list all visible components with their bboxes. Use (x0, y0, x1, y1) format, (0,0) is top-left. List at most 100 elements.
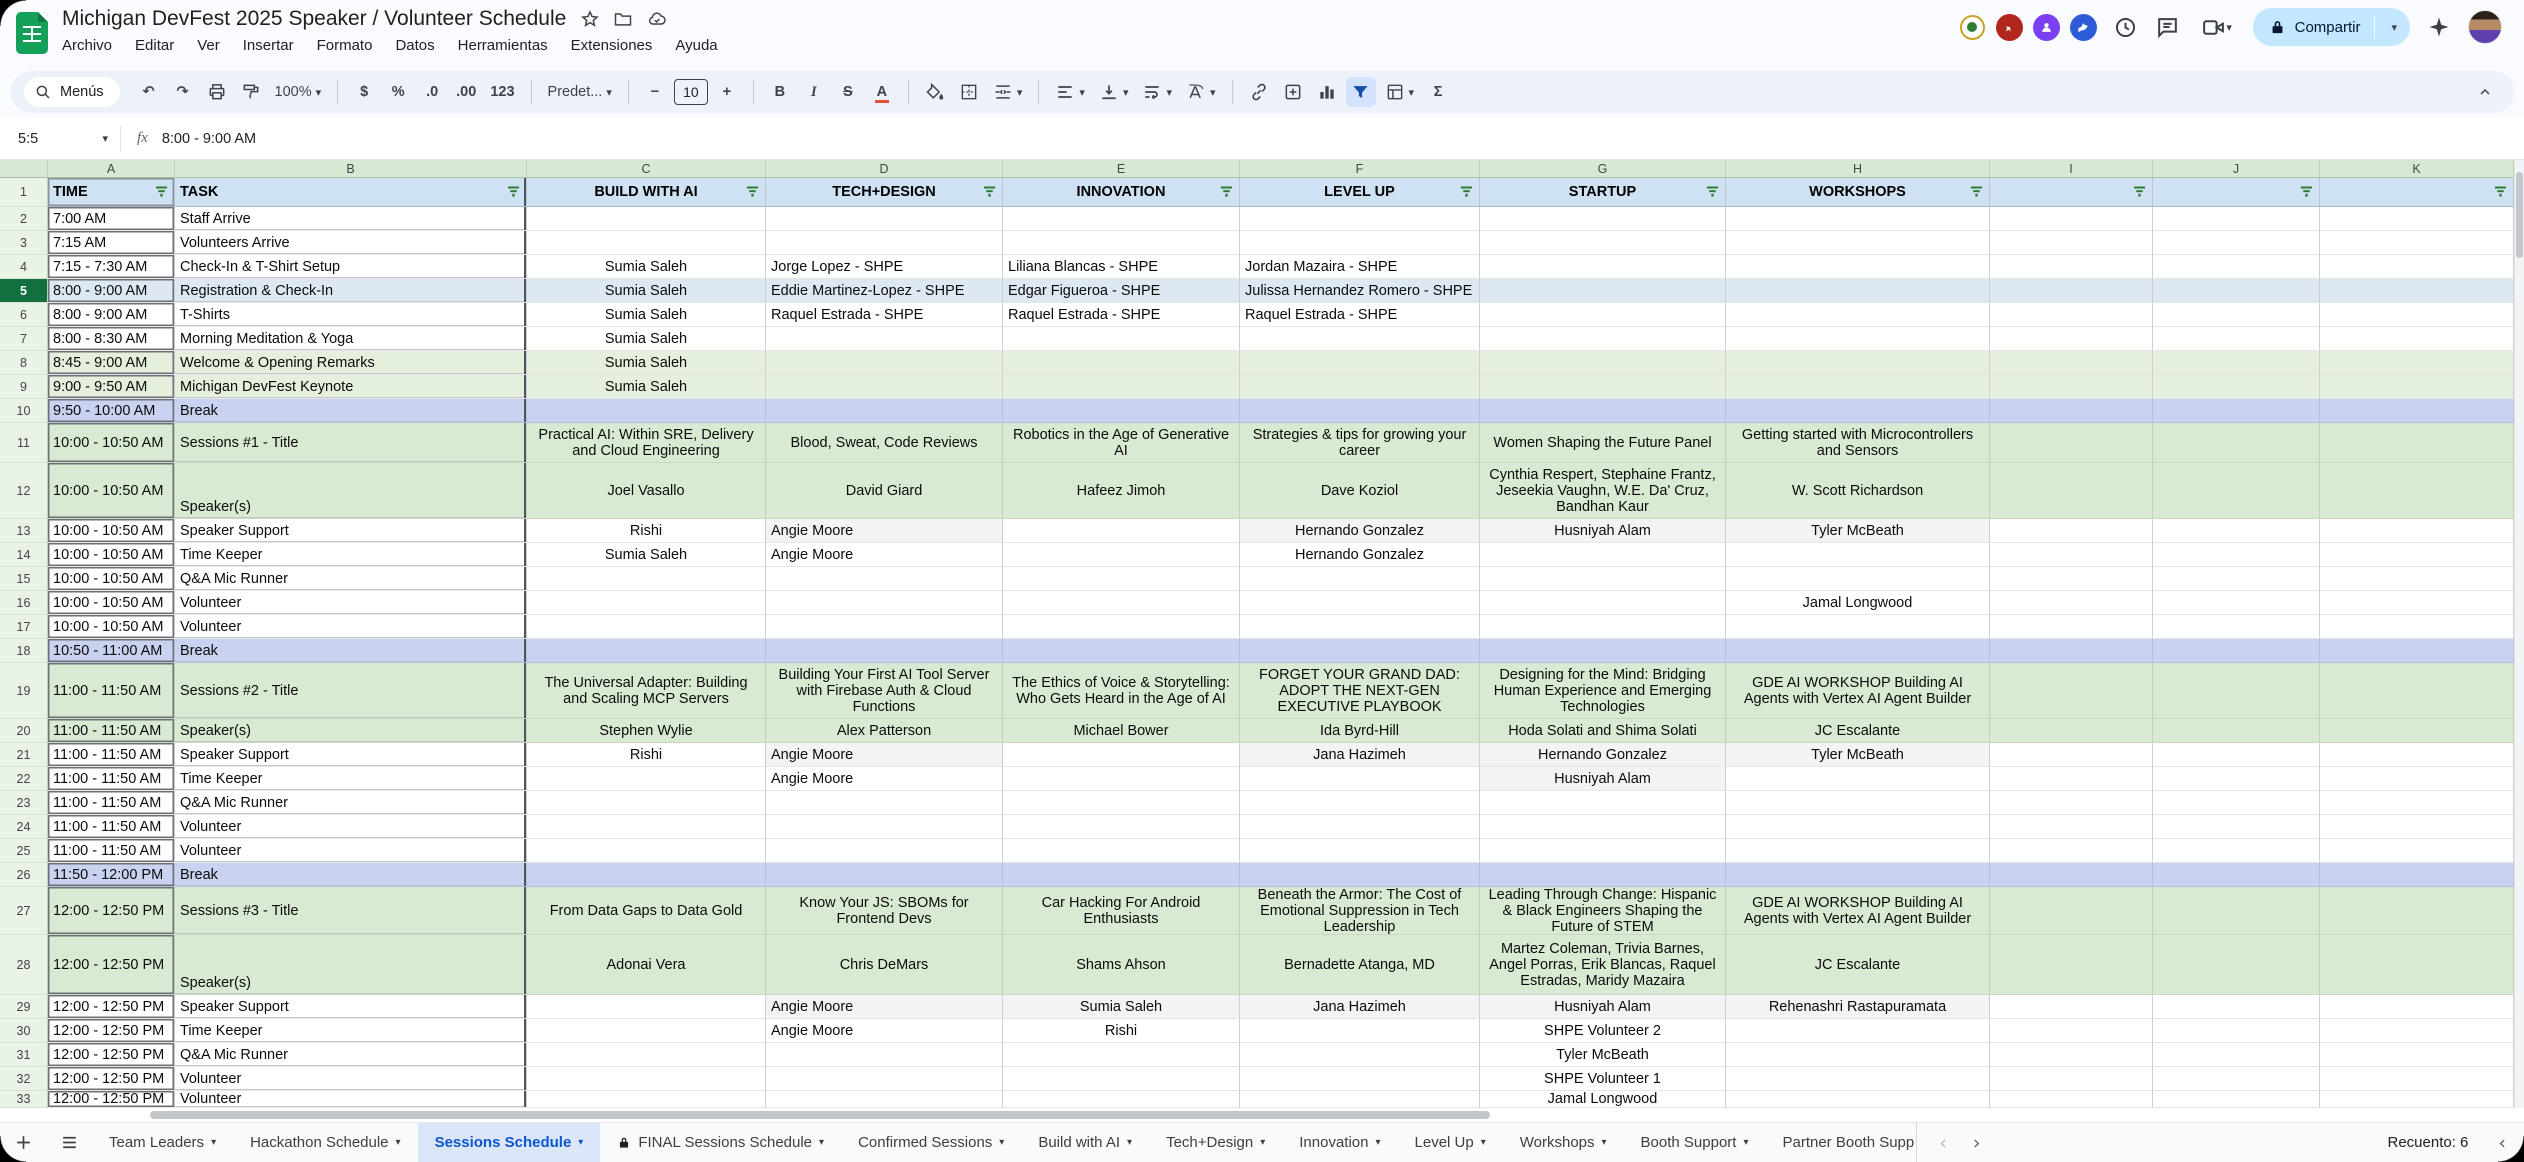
row-header-25[interactable]: 25 (0, 839, 48, 863)
paint-format-button[interactable] (236, 77, 266, 107)
cell-I31[interactable] (1990, 1043, 2153, 1067)
cell-G33[interactable]: Jamal Longwood (1480, 1091, 1726, 1108)
cell-B22[interactable]: Time Keeper (175, 767, 527, 791)
toolbar-search[interactable]: Menús (24, 77, 120, 107)
sheet-tab-team-leaders[interactable]: Team Leaders▾ (92, 1123, 233, 1162)
row-header-7[interactable]: 7 (0, 327, 48, 351)
cell-C22[interactable] (527, 767, 766, 791)
cell-F21[interactable]: Jana Hazimeh (1240, 743, 1480, 767)
cell-G18[interactable] (1480, 639, 1726, 663)
cell-A22[interactable]: 11:00 - 11:50 AM (48, 767, 175, 791)
cell-D8[interactable] (766, 351, 1003, 375)
cell-B11[interactable]: Sessions #1 - Title (175, 423, 527, 463)
increase-decimals-button[interactable]: .00 (451, 77, 481, 107)
cell-I9[interactable] (1990, 375, 2153, 399)
cell-B28[interactable]: Speaker(s) (175, 935, 527, 995)
cell-B7[interactable]: Morning Meditation & Yoga (175, 327, 527, 351)
cell-A5[interactable]: 8:00 - 9:00 AM (48, 279, 175, 303)
cell-J23[interactable] (2153, 791, 2320, 815)
cell-D1[interactable]: TECH+DESIGN (766, 178, 1003, 207)
row-header-16[interactable]: 16 (0, 591, 48, 615)
cell-C7[interactable]: Sumia Saleh (527, 327, 766, 351)
cell-B19[interactable]: Sessions #2 - Title (175, 663, 527, 719)
cell-B17[interactable]: Volunteer (175, 615, 527, 639)
filter-funnel-icon[interactable] (1706, 187, 1719, 198)
cell-C33[interactable] (527, 1091, 766, 1108)
cell-G29[interactable]: Husniyah Alam (1480, 995, 1726, 1019)
cell-A24[interactable]: 11:00 - 11:50 AM (48, 815, 175, 839)
italic-button[interactable]: I (799, 77, 829, 107)
cell-G9[interactable] (1480, 375, 1726, 399)
cell-B32[interactable]: Volunteer (175, 1067, 527, 1091)
cell-E22[interactable] (1003, 767, 1240, 791)
text-color-button[interactable]: A (867, 77, 897, 107)
filter-funnel-icon[interactable] (983, 187, 996, 198)
cell-K2[interactable] (2320, 207, 2514, 231)
cell-J22[interactable] (2153, 767, 2320, 791)
sheet-tab-sessions-schedule[interactable]: Sessions Schedule▾ (418, 1123, 601, 1162)
cell-K4[interactable] (2320, 255, 2514, 279)
user-avatar[interactable] (2468, 10, 2502, 44)
cell-A25[interactable]: 11:00 - 11:50 AM (48, 839, 175, 863)
cell-J6[interactable] (2153, 303, 2320, 327)
cell-H2[interactable] (1726, 207, 1990, 231)
cell-I2[interactable] (1990, 207, 2153, 231)
cell-G6[interactable] (1480, 303, 1726, 327)
cell-B3[interactable]: Volunteers Arrive (175, 231, 527, 255)
cell-E33[interactable] (1003, 1091, 1240, 1108)
cell-F5[interactable]: Julissa Hernandez Romero - SHPE (1240, 279, 1480, 303)
horizontal-scrollbar-thumb[interactable] (150, 1111, 1490, 1119)
cell-D11[interactable]: Blood, Sweat, Code Reviews (766, 423, 1003, 463)
sheet-tab-innovation[interactable]: Innovation▾ (1282, 1123, 1397, 1162)
cell-J14[interactable] (2153, 543, 2320, 567)
cell-H10[interactable] (1726, 399, 1990, 423)
cell-J29[interactable] (2153, 995, 2320, 1019)
cell-F29[interactable]: Jana Hazimeh (1240, 995, 1480, 1019)
cell-H25[interactable] (1726, 839, 1990, 863)
cell-I13[interactable] (1990, 519, 2153, 543)
cell-G28[interactable]: Martez Coleman, Trivia Barnes, Angel Por… (1480, 935, 1726, 995)
cell-J8[interactable] (2153, 351, 2320, 375)
cell-H17[interactable] (1726, 615, 1990, 639)
cell-D33[interactable] (766, 1091, 1003, 1108)
cell-E9[interactable] (1003, 375, 1240, 399)
cell-G19[interactable]: Designing for the Mind: Bridging Human E… (1480, 663, 1726, 719)
cell-G7[interactable] (1480, 327, 1726, 351)
cell-I28[interactable] (1990, 935, 2153, 995)
cell-H31[interactable] (1726, 1043, 1990, 1067)
cell-H20[interactable]: JC Escalante (1726, 719, 1990, 743)
cell-K7[interactable] (2320, 327, 2514, 351)
cell-G10[interactable] (1480, 399, 1726, 423)
cell-B26[interactable]: Break (175, 863, 527, 887)
fill-color-button[interactable] (920, 77, 950, 107)
cell-B21[interactable]: Speaker Support (175, 743, 527, 767)
cell-C9[interactable]: Sumia Saleh (527, 375, 766, 399)
cell-J32[interactable] (2153, 1067, 2320, 1091)
row-header-19[interactable]: 19 (0, 663, 48, 719)
cell-B23[interactable]: Q&A Mic Runner (175, 791, 527, 815)
menu-editar[interactable]: Editar (135, 37, 174, 54)
cell-H13[interactable]: Tyler McBeath (1726, 519, 1990, 543)
row-header-26[interactable]: 26 (0, 863, 48, 887)
cell-A27[interactable]: 12:00 - 12:50 PM (48, 887, 175, 935)
cell-E21[interactable] (1003, 743, 1240, 767)
row-header-15[interactable]: 15 (0, 567, 48, 591)
cell-D7[interactable] (766, 327, 1003, 351)
collaborator-purple[interactable] (2033, 14, 2060, 41)
cell-J17[interactable] (2153, 615, 2320, 639)
cell-C12[interactable]: Joel Vasallo (527, 463, 766, 519)
cell-J25[interactable] (2153, 839, 2320, 863)
cell-I17[interactable] (1990, 615, 2153, 639)
cell-F16[interactable] (1240, 591, 1480, 615)
cell-F6[interactable]: Raquel Estrada - SHPE (1240, 303, 1480, 327)
cell-D9[interactable] (766, 375, 1003, 399)
cell-B16[interactable]: Volunteer (175, 591, 527, 615)
cell-K19[interactable] (2320, 663, 2514, 719)
cell-D2[interactable] (766, 207, 1003, 231)
cell-D6[interactable]: Raquel Estrada - SHPE (766, 303, 1003, 327)
cell-K6[interactable] (2320, 303, 2514, 327)
sheet-tab-partner-booth-supp[interactable]: Partner Booth Supp (1765, 1123, 1917, 1162)
cell-H3[interactable] (1726, 231, 1990, 255)
menu-herramientas[interactable]: Herramientas (458, 37, 548, 54)
cell-D15[interactable] (766, 567, 1003, 591)
